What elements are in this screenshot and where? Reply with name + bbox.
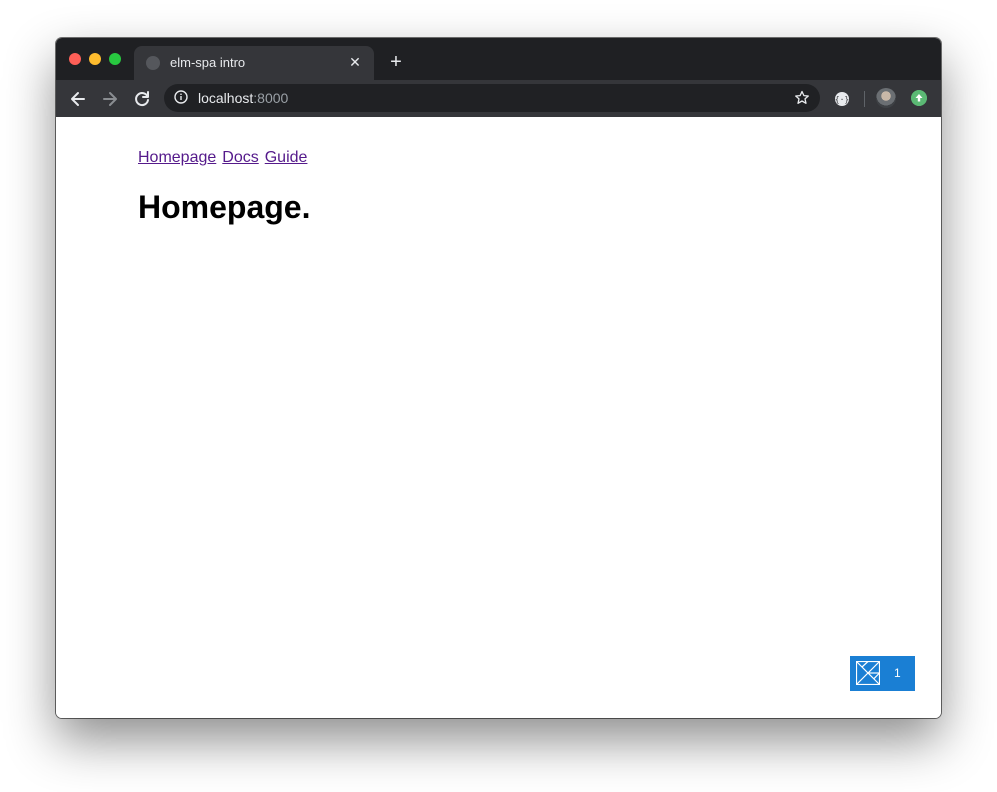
elm-debugger-badge[interactable]: 1: [850, 656, 915, 691]
globe-icon: [146, 56, 160, 70]
extension-icon[interactable]: {·}: [834, 91, 850, 107]
elm-tangram-icon: [856, 661, 880, 685]
toolbar-separator: [864, 91, 865, 107]
new-tab-button[interactable]: +: [384, 50, 408, 74]
nav-link-guide[interactable]: Guide: [265, 149, 308, 166]
svg-text:{·}: {·}: [835, 95, 849, 104]
tab-elm-spa-intro[interactable]: elm-spa intro ✕: [134, 46, 374, 80]
title-bar: elm-spa intro ✕ +: [56, 38, 941, 80]
url-port: :8000: [253, 90, 289, 106]
update-icon[interactable]: [911, 90, 927, 106]
nav-link-docs[interactable]: Docs: [222, 149, 258, 166]
page-title: Homepage.: [138, 189, 311, 225]
star-icon[interactable]: [794, 90, 810, 106]
arrow-left-icon: [71, 92, 85, 106]
address-bar[interactable]: localhost:8000: [164, 84, 820, 112]
info-icon[interactable]: [174, 90, 188, 104]
forward-button[interactable]: [97, 86, 123, 112]
back-button[interactable]: [65, 86, 91, 112]
url-text[interactable]: localhost:8000: [198, 90, 288, 106]
reload-icon: [135, 91, 149, 107]
site-nav: Homepage Docs Guide: [138, 149, 313, 167]
close-window-button[interactable]: [69, 53, 81, 65]
tab-title: elm-spa intro: [170, 55, 246, 70]
nav-link-homepage[interactable]: Homepage: [138, 149, 216, 166]
debugger-message-count: 1: [894, 666, 901, 680]
browser-toolbar: localhost:8000 {·}: [56, 80, 941, 117]
page-content: Homepage Docs Guide Homepage. 1: [56, 117, 941, 718]
profile-avatar[interactable]: [876, 88, 896, 108]
zoom-window-button[interactable]: [109, 53, 121, 65]
url-host: localhost: [198, 90, 254, 106]
close-tab-button[interactable]: ✕: [346, 53, 364, 71]
arrow-right-icon: [103, 92, 117, 106]
minimize-window-button[interactable]: [89, 53, 101, 65]
browser-window: elm-spa intro ✕ + localhost:8000 {·} Hom…: [56, 38, 941, 718]
reload-button[interactable]: [129, 86, 155, 112]
